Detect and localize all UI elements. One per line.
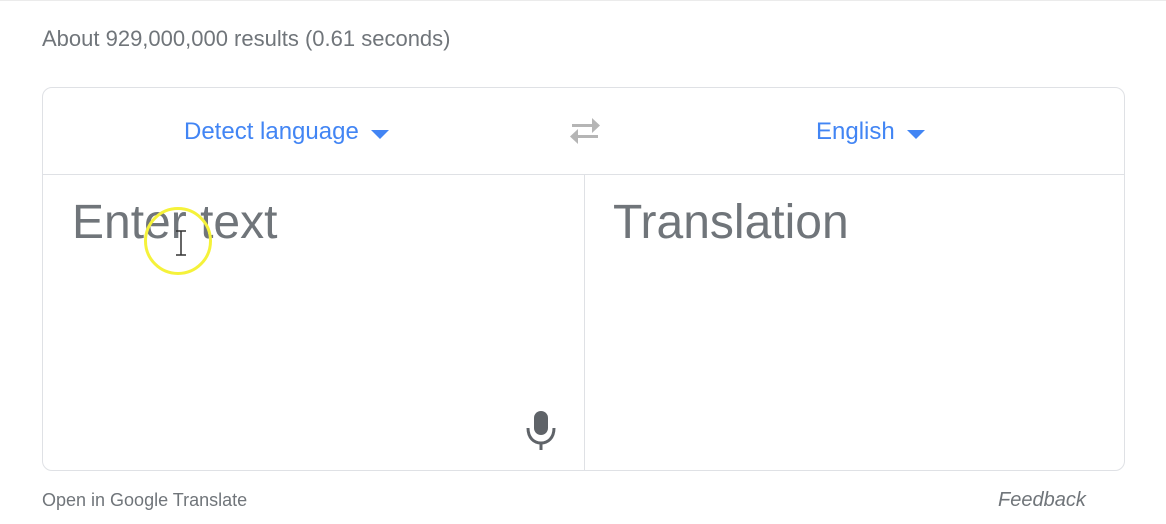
- translation-output: Translation: [613, 196, 849, 249]
- results-count: About 929,000,000 results (0.61 seconds): [42, 26, 451, 51]
- target-language-label: English: [816, 118, 895, 145]
- translation-pane: Translation: [585, 175, 1124, 470]
- source-language-select[interactable]: Detect language: [184, 116, 389, 148]
- source-language-label: Detect language: [184, 118, 359, 145]
- chevron-down-icon: [906, 129, 925, 139]
- chevron-down-icon: [370, 129, 389, 139]
- target-language-select[interactable]: English: [816, 116, 925, 148]
- feedback-link[interactable]: Feedback: [998, 488, 1086, 512]
- open-in-google-translate-link[interactable]: Open in Google Translate: [42, 488, 247, 512]
- language-bar: Detect language English: [43, 88, 1124, 175]
- top-divider: [0, 0, 1166, 1]
- source-pane: [43, 175, 585, 470]
- swap-languages-button[interactable]: [566, 115, 604, 147]
- source-text-input[interactable]: [72, 195, 542, 395]
- microphone-icon: [526, 411, 556, 450]
- translate-widget: Detect language English Enter text Trans…: [42, 87, 1125, 471]
- voice-input-button[interactable]: [523, 408, 559, 452]
- swap-languages-icon: [570, 118, 600, 144]
